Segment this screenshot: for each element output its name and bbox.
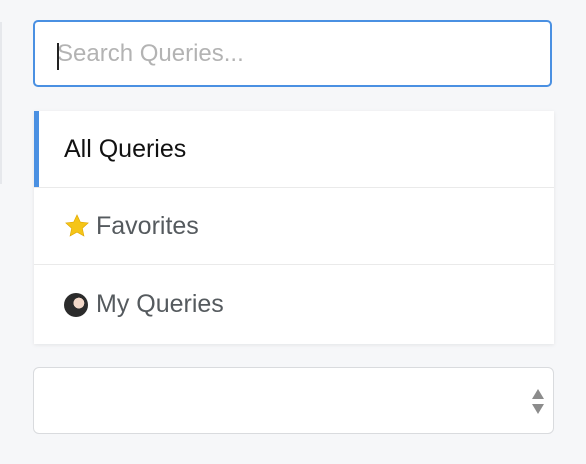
filter-select[interactable]: [33, 367, 554, 434]
avatar: [64, 292, 88, 317]
search-box[interactable]: [33, 20, 552, 87]
text-caret: [57, 43, 59, 70]
search-input[interactable]: [57, 22, 537, 85]
query-filter-nav: All Queries Favorites My Queries: [34, 111, 554, 344]
select-arrows-icon: [531, 389, 545, 415]
nav-item-label: All Queries: [64, 134, 187, 163]
nav-item-label: My Queries: [96, 290, 224, 318]
nav-item-favorites[interactable]: Favorites: [34, 188, 554, 265]
left-panel-edge: [0, 22, 2, 184]
nav-item-label: Favorites: [96, 211, 199, 240]
nav-item-all-queries[interactable]: All Queries: [34, 111, 554, 188]
nav-item-my-queries[interactable]: My Queries: [34, 265, 554, 344]
star-icon: [64, 213, 90, 239]
